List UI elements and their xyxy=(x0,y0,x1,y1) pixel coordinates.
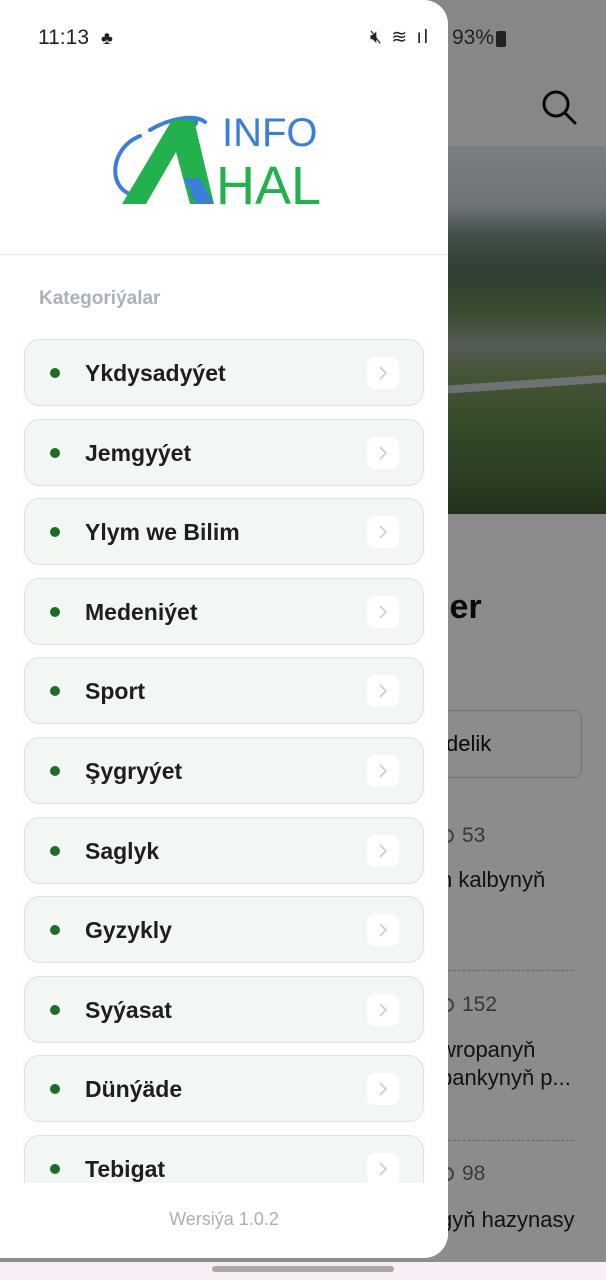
bullet-dot xyxy=(50,368,60,378)
chevron-right-icon xyxy=(367,516,399,549)
category-item-jemgyyet[interactable]: Jemgyýet xyxy=(24,418,424,486)
category-label: Dünýäde xyxy=(85,1076,183,1103)
chevron-right-icon xyxy=(367,914,399,947)
category-label: Saglyk xyxy=(85,837,160,864)
category-item-gyzykly[interactable]: Gyzykly xyxy=(24,896,424,964)
category-item-sygryyet[interactable]: Şygryýet xyxy=(24,736,424,804)
bullet-dot xyxy=(50,765,60,776)
categories-heading: Kategoriýalar xyxy=(39,288,161,309)
bullet-dot xyxy=(50,925,60,936)
category-label: Tebigat xyxy=(85,1155,166,1182)
category-label: Jemgyýet xyxy=(85,439,192,466)
gesture-nav-handle[interactable] xyxy=(212,1266,394,1272)
bullet-dot xyxy=(50,1004,60,1015)
category-item-ylym-we-bilim[interactable]: Ylym we Bilim xyxy=(24,498,424,566)
bullet-dot xyxy=(50,527,60,538)
drawer-footer: Wersiýa 1.0.2 xyxy=(0,1183,448,1258)
chevron-right-icon xyxy=(367,357,399,389)
bullet-dot xyxy=(50,447,60,458)
category-label: Ylym we Bilim xyxy=(85,519,240,546)
battery-icon xyxy=(496,31,506,47)
chevron-right-icon xyxy=(367,834,399,867)
category-label: Syýasat xyxy=(85,996,172,1023)
chevron-right-icon xyxy=(367,1073,399,1106)
category-item-ykdysadyyet[interactable]: Ykdysadyýet xyxy=(24,339,424,406)
chevron-right-icon xyxy=(367,993,399,1026)
category-label: Sport xyxy=(85,678,146,705)
clock: 11:13 xyxy=(38,26,89,49)
bullet-dot xyxy=(50,686,60,697)
infohal-logo: INFO HAL xyxy=(113,111,321,213)
chevron-right-icon xyxy=(367,754,399,787)
category-list: Ykdysadyýet Jemgyýet Ylym we Bilim Meden… xyxy=(24,339,424,1183)
chevron-right-icon xyxy=(367,1152,399,1183)
chevron-right-icon xyxy=(367,595,399,628)
category-item-sport[interactable]: Sport xyxy=(24,657,424,725)
chevron-right-icon xyxy=(367,675,399,708)
status-bar: 11:13 ♣ 🔇︎ ≋ ıl 93% xyxy=(0,0,606,76)
category-item-tebigat[interactable]: Tebigat xyxy=(24,1134,424,1183)
chevron-right-icon xyxy=(367,436,399,469)
notification-icon: ♣ xyxy=(101,28,113,48)
bullet-dot xyxy=(50,606,60,617)
category-item-dunyade[interactable]: Dünýäde xyxy=(24,1055,424,1123)
bullet-dot xyxy=(50,1084,60,1095)
category-label: Şygryýet xyxy=(85,757,183,784)
category-item-syyasat[interactable]: Syýasat xyxy=(24,975,424,1043)
bullet-dot xyxy=(50,1163,60,1174)
bullet-dot xyxy=(50,845,60,856)
svg-text:INFO: INFO xyxy=(222,111,318,155)
category-item-saglyk[interactable]: Saglyk xyxy=(24,816,424,884)
version-label: Wersiýa 1.0.2 xyxy=(169,1209,279,1229)
mute-wifi-signal-icons: 🔇︎ ≋ ıl xyxy=(370,27,430,48)
category-label: Ykdysadyýet xyxy=(85,360,226,386)
category-item-medeniyet[interactable]: Medeniýet xyxy=(24,577,424,645)
battery-level: 93% xyxy=(452,26,495,49)
category-label: Gyzykly xyxy=(85,917,172,944)
category-label: Medeniýet xyxy=(85,598,198,625)
navigation-drawer: INFO HAL Kategoriýalar Ykdysadyýet Jemgy… xyxy=(0,0,448,1258)
svg-text:HAL: HAL xyxy=(216,156,321,213)
